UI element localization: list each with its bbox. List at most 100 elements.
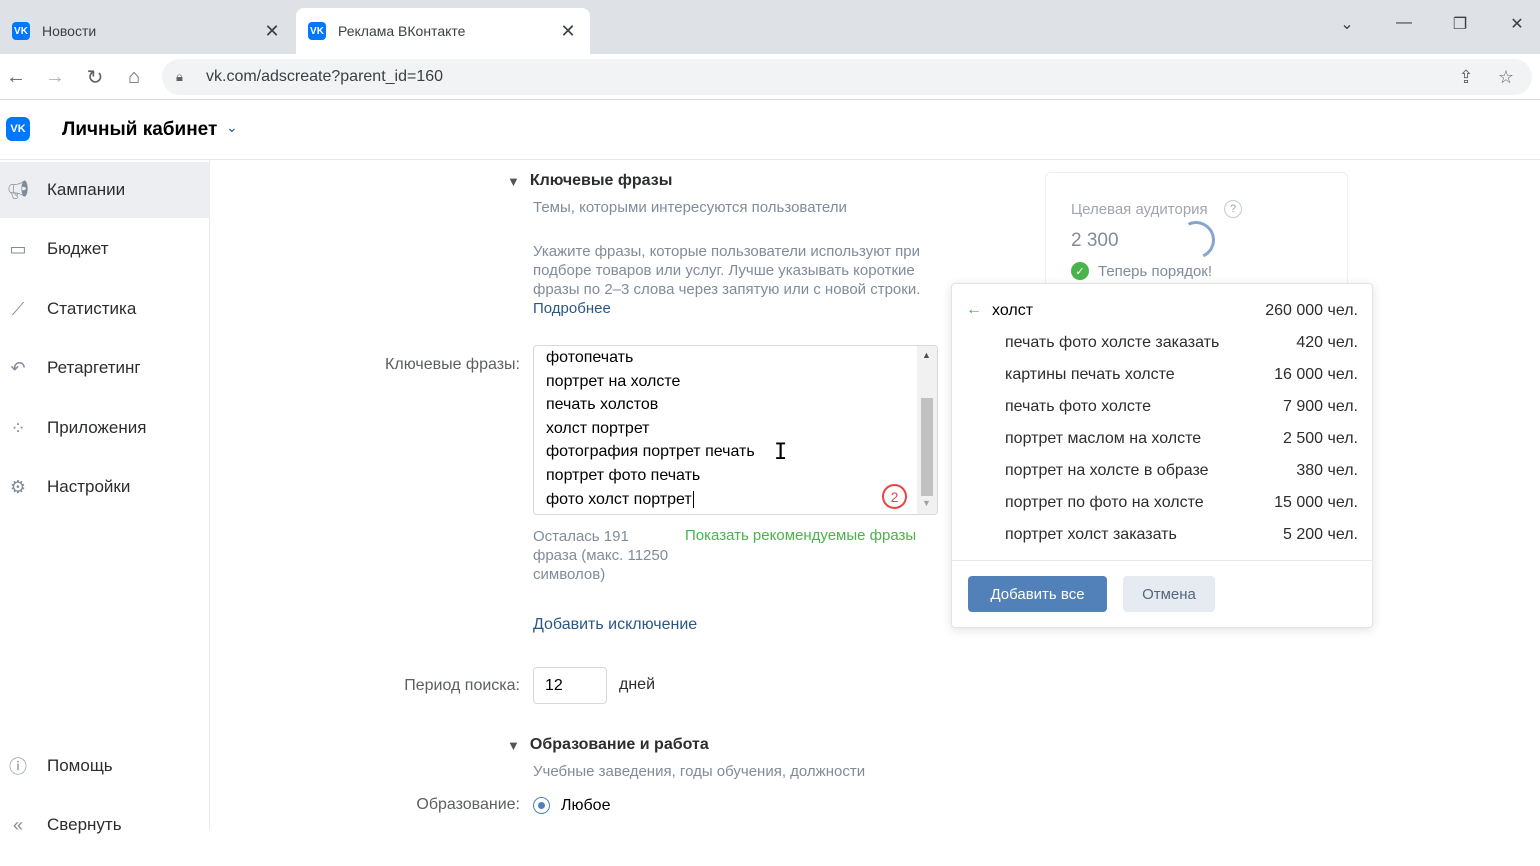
browser-tab-news[interactable]: VK Новости ✕	[0, 8, 294, 54]
sidebar-item-label: Свернуть	[47, 815, 122, 834]
textarea-scrollbar[interactable]: ▲ ▼	[917, 346, 937, 514]
close-tab-icon[interactable]: ✕	[262, 21, 282, 42]
education-any-label[interactable]: Любое	[561, 797, 610, 815]
vk-logo-icon[interactable]: VK	[6, 117, 30, 141]
keyword-line: портрет фото печать	[546, 466, 701, 484]
sidebar-item-label: Помощь	[47, 756, 113, 775]
suggestion-term: портрет маслом на холсте	[1005, 430, 1202, 447]
section-title: Образование и работа	[529, 736, 709, 753]
audience-value: 2 300	[1071, 230, 1119, 251]
suggestion-row[interactable]: портрет маслом на холсте 2 500 чел.	[952, 422, 1372, 454]
scroll-thumb[interactable]	[921, 398, 933, 496]
sidebar-item-label: Приложения	[47, 418, 147, 437]
sidebar-item-collapse[interactable]: « Свернуть	[0, 797, 210, 853]
sidebar-item-label: Ретаргетинг	[47, 358, 141, 377]
wallet-icon: ▭	[9, 238, 27, 259]
suggestion-row[interactable]: портрет холст заказать 5 200 чел.	[952, 518, 1372, 550]
collapse-triangle-icon: ▼	[507, 173, 520, 189]
sidebar-item-label: Кампании	[47, 180, 126, 199]
reload-icon[interactable]: ↻	[82, 64, 108, 90]
minimize-icon[interactable]: —	[1389, 14, 1419, 32]
hint-text: Укажите фразы, которые пользователи испо…	[533, 243, 921, 298]
retarget-icon: ↶	[10, 357, 26, 378]
vk-icon: VK	[12, 22, 30, 40]
audience-title: Целевая аудитория	[1071, 201, 1208, 218]
loading-spinner-icon	[1171, 215, 1221, 265]
back-icon[interactable]: ←	[3, 64, 29, 90]
sidebar-item-budget[interactable]: ▭ Бюджет	[0, 221, 210, 277]
suggestion-row[interactable]: картины печать холсте 16 000 чел.	[952, 358, 1372, 390]
suggestion-count: 2 500 чел.	[1283, 430, 1358, 447]
sidebar-item-settings[interactable]: ⚙︎ Настройки	[0, 459, 210, 515]
scroll-up-icon[interactable]: ▲	[922, 350, 931, 360]
close-window-icon[interactable]: ✕	[1502, 14, 1532, 34]
sidebar: 📢︎ Кампании ▭ Бюджет ⟋ Статистика ↶ Рета…	[0, 160, 210, 835]
suggestion-term: картины печать холсте	[1005, 366, 1175, 383]
keyword-line: фотопечать	[546, 349, 634, 366]
collapse-triangle-icon: ▼	[507, 737, 520, 753]
star-icon[interactable]: ☆	[1492, 67, 1520, 88]
scroll-down-icon[interactable]: ▼	[922, 498, 931, 508]
suggestion-term: печать фото холсте заказать	[1005, 334, 1220, 351]
keyword-line: печать холстов	[546, 396, 659, 414]
show-recommended-link[interactable]: Показать рекомендуемые фразы	[685, 527, 916, 544]
add-exclusion-link[interactable]: Добавить исключение	[533, 616, 697, 634]
gear-icon: ⚙︎	[9, 476, 27, 497]
suggestion-head-row[interactable]: ← холст 260 000 чел.	[952, 294, 1372, 326]
address-bar[interactable]: 🔒︎ vk.com/adscreate?parent_id=160 ⇪ ☆	[162, 59, 1532, 95]
suggestion-row[interactable]: портрет по фото на холсте 15 000 чел.	[952, 486, 1372, 518]
chevron-down-icon[interactable]: ⌄	[226, 119, 238, 136]
add-all-button[interactable]: Добавить все	[968, 576, 1107, 612]
audience-status-text: Теперь порядок!	[1098, 262, 1213, 280]
divider	[952, 560, 1372, 561]
sidebar-item-statistics[interactable]: ⟋ Статистика	[0, 281, 210, 337]
forward-icon[interactable]: →	[42, 64, 68, 90]
more-link[interactable]: Подробнее	[533, 300, 611, 317]
help-question-icon[interactable]: ?	[1224, 200, 1242, 218]
check-circle-icon: ✓	[1071, 262, 1089, 280]
tab-list-chevron-icon[interactable]: ⌄	[1332, 14, 1362, 34]
url-text: vk.com/adscreate?parent_id=160	[206, 68, 444, 85]
audience-status: ✓ Теперь порядок!	[1071, 262, 1212, 280]
keywords-hint: Укажите фразы, которые пользователи испо…	[533, 242, 933, 318]
restore-icon[interactable]: ❐	[1445, 14, 1475, 34]
sidebar-item-label: Бюджет	[47, 239, 109, 258]
back-arrow-icon[interactable]: ←	[966, 301, 982, 319]
suggestion-term: печать фото холсте	[1005, 398, 1151, 415]
education-section-header[interactable]: ▼ Образование и работа	[507, 736, 709, 754]
browser-tab-ads[interactable]: VK Реклама ВКонтакте ✕	[296, 8, 590, 54]
education-field-label: Образование:	[416, 796, 520, 813]
section-title: Ключевые фразы	[529, 172, 673, 189]
lock-icon: 🔒︎	[176, 69, 183, 84]
sidebar-item-label: Настройки	[47, 477, 131, 496]
keyword-line: фото холст портрет	[546, 488, 755, 512]
keyword-line: портрет на холсте	[546, 372, 681, 390]
suggestion-row[interactable]: портрет на холсте в образе 380 чел.	[952, 454, 1372, 486]
sidebar-item-help[interactable]: ⓘ Помощь	[0, 738, 210, 794]
suggestion-row[interactable]: печать фото холсте 7 900 чел.	[952, 390, 1372, 422]
keywords-textarea[interactable]: фотопечать портрет на холсте печать холс…	[533, 345, 938, 515]
keyword-line-text: фото холст портрет	[546, 490, 692, 508]
keywords-lines: фотопечать портрет на холсте печать холс…	[546, 346, 755, 511]
browser-toolbar: ← → ↻ ⌂ 🔒︎ vk.com/adscreate?parent_id=16…	[0, 54, 1540, 100]
keywords-section-header[interactable]: ▼ Ключевые фразы	[507, 172, 672, 190]
home-icon[interactable]: ⌂	[121, 64, 147, 90]
section-subtitle: Темы, которыми интересуются пользователи	[533, 199, 847, 216]
help-icon: ⓘ	[9, 757, 27, 777]
suggestion-term: портрет на холсте в образе	[1005, 462, 1209, 479]
keyword-line: фотография портрет печать	[546, 443, 755, 461]
collapse-icon: «	[12, 814, 23, 835]
suggestion-row[interactable]: печать фото холсте заказать 420 чел.	[952, 326, 1372, 358]
close-tab-icon[interactable]: ✕	[558, 21, 578, 42]
share-icon[interactable]: ⇪	[1452, 67, 1480, 88]
suggestion-term: холст	[992, 302, 1034, 319]
sidebar-item-retargeting[interactable]: ↶ Ретаргетинг	[0, 340, 210, 396]
sidebar-item-apps[interactable]: ⁘ Приложения	[0, 400, 210, 456]
sidebar-item-campaigns[interactable]: 📢︎ Кампании	[0, 162, 210, 218]
audience-panel: Целевая аудитория ? 2 300 ✓ Теперь поряд…	[1045, 172, 1348, 292]
cancel-button[interactable]: Отмена	[1123, 576, 1215, 612]
keyword-suggestions-popup: ← холст 260 000 чел. печать фото холсте …	[951, 283, 1373, 628]
cabinet-title[interactable]: Личный кабинет	[62, 119, 217, 141]
education-any-radio[interactable]	[533, 797, 550, 814]
period-input[interactable]: 12	[533, 667, 607, 704]
